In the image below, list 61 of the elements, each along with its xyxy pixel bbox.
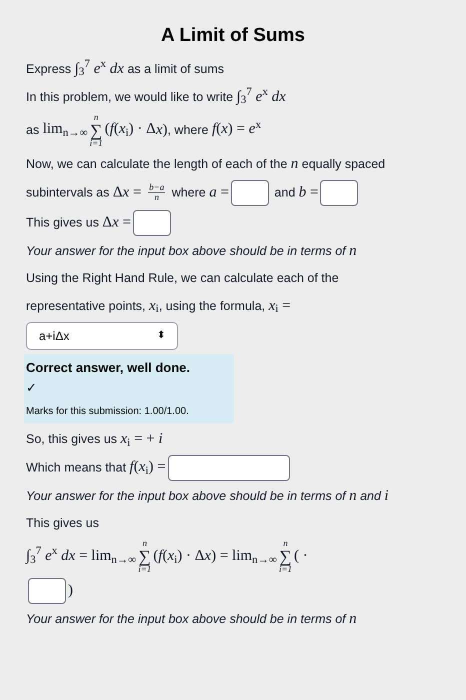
- statement-text: subintervals as: [26, 184, 110, 199]
- math-expression: lim$_{n→∞}$: [42, 121, 88, 138]
- math-expression: n: [349, 242, 357, 258]
- marks-text: Marks for this submission: 1.00/1.00.: [26, 405, 190, 419]
- math-expression: n: [349, 611, 357, 627]
- math-expression: (f(x$_{i}$) · Δ: [104, 121, 156, 138]
- statement-text: Express: [26, 62, 72, 76]
- math-expression: Δ: [102, 214, 112, 230]
- math-expression: f(x) = e$^{x}$: [212, 121, 262, 138]
- math-expression: Δ: [112, 184, 123, 200]
- page-title: A Limit of Sums: [160, 24, 306, 48]
- answer-field[interactable]: [320, 180, 358, 206]
- formula-select[interactable]: a+iΔx ⬍: [26, 322, 178, 350]
- statement-text: Your answer for the input box above should be in terms of: [26, 489, 348, 503]
- answer-field[interactable]: [132, 210, 171, 236]
- math-expression: ( ·: [294, 548, 308, 564]
- statement-text: Your answer for the input box above should be in terms of: [26, 244, 348, 258]
- statement-text: and: [359, 489, 382, 503]
- math-expression: x =: [112, 214, 131, 230]
- answer-field[interactable]: [168, 455, 290, 481]
- math-expression: x$_{i}$ = + i: [120, 431, 163, 447]
- math-expression: ∫$_{3}$$^{7}$ e$^{x}$ dx = lim$_{n→∞}$: [26, 548, 136, 564]
- sum-expression: n ∑ i=1: [138, 539, 152, 574]
- math-expression: f(x$_{i}$) =: [130, 459, 166, 476]
- math-expression: ∫$_{3}$$^{7}$ e$^{x}$ dx: [74, 60, 124, 76]
- math-expression: (f(x$_{i}$) · Δ: [153, 548, 204, 564]
- statement-text: as: [26, 122, 40, 136]
- statement-text: as a limit of sums: [126, 62, 224, 76]
- sum-expression: n ∑ i=1: [90, 112, 103, 148]
- check-mark-icon: ✓: [26, 381, 232, 394]
- math-expression: n: [349, 488, 357, 504]
- math-expression: ): [68, 582, 73, 598]
- statement-text: Now, we can calculate the length of each of the: [26, 156, 288, 170]
- math-expression: x$_{i}$: [149, 298, 159, 314]
- math-expression: x): [156, 121, 168, 138]
- feedback-heading: Correct answer, well done.: [26, 358, 191, 376]
- answer-field[interactable]: [230, 180, 269, 206]
- statement-text: This gives us: [26, 214, 100, 229]
- statement-text: where: [170, 184, 207, 199]
- statement-text: equally spaced: [300, 156, 386, 170]
- statement-text: , using the formula,: [158, 298, 266, 312]
- math-expression: n: [290, 156, 298, 172]
- math-expression: b =: [298, 184, 318, 200]
- math-expression: x$_{i}$ =: [268, 298, 291, 314]
- math-expression: a =: [209, 184, 229, 200]
- statement-text: Using the Right Hand Rule, we can calculate each of the: [26, 270, 339, 284]
- statement-text: So, this gives us: [26, 432, 118, 446]
- fraction: b−a n: [148, 183, 166, 202]
- statement-text: This gives us: [26, 516, 99, 530]
- statement-text: In this problem, we would like to write: [26, 90, 234, 104]
- sum-expression: n ∑ i=1: [278, 539, 292, 574]
- math-expression: i: [384, 488, 389, 504]
- math-expression: x) = lim$_{n→∞}$: [204, 548, 277, 564]
- math-expression: ∫$_{3}$$^{7}$ e$^{x}$ dx: [236, 88, 286, 104]
- statement-text: , where: [167, 122, 210, 136]
- statement-text: and: [273, 184, 296, 199]
- math-expression: x =: [122, 184, 142, 200]
- statement-text: representative points,: [26, 298, 147, 312]
- statement-text: Your answer for the input box above should be in terms of: [26, 612, 348, 626]
- answer-field[interactable]: [28, 578, 66, 604]
- statement-text: Which means that: [26, 460, 128, 474]
